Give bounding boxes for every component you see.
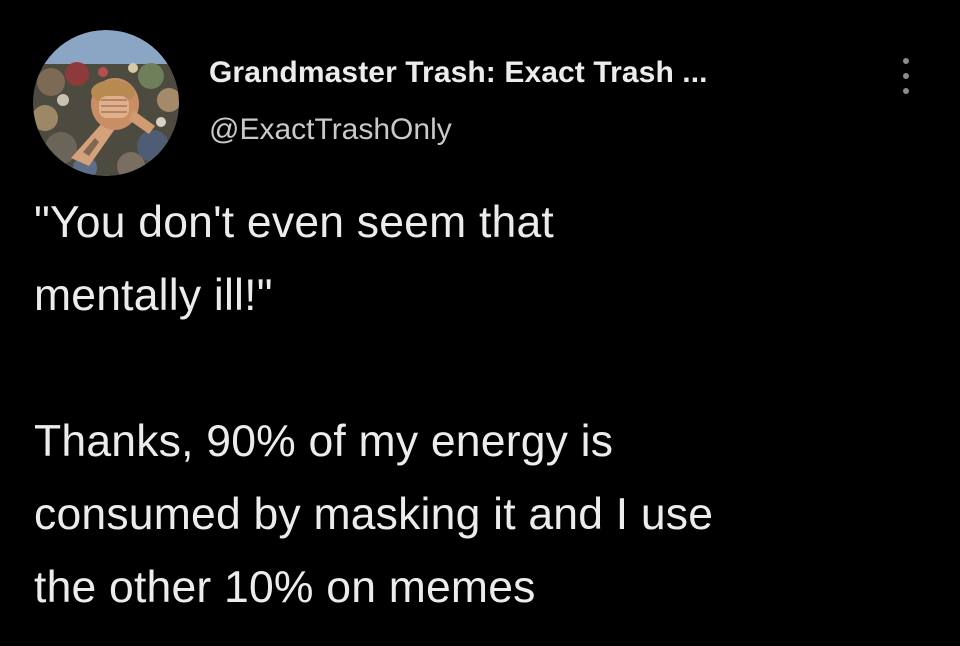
display-name[interactable]: Grandmaster Trash: Exact Trash ... bbox=[209, 56, 708, 90]
tweet-card: Grandmaster Trash: Exact Trash ... @Exac… bbox=[0, 0, 960, 646]
tweet-paragraph-reply: Thanks, 90% of my energy is consumed by … bbox=[34, 417, 714, 612]
user-handle[interactable]: @ExactTrashOnly bbox=[209, 113, 452, 147]
vertical-ellipsis-icon[interactable] bbox=[892, 54, 920, 98]
ellipsis-dot bbox=[903, 58, 909, 64]
ellipsis-dot bbox=[903, 88, 909, 94]
tweet-paragraph-quote: "You don't even seem that mentally ill!" bbox=[34, 198, 554, 320]
ellipsis-dot bbox=[903, 73, 909, 79]
avatar-image bbox=[33, 30, 179, 176]
profile-avatar[interactable] bbox=[33, 30, 179, 176]
tweet-text: "You don't even seem that mentally ill!"… bbox=[34, 186, 934, 624]
